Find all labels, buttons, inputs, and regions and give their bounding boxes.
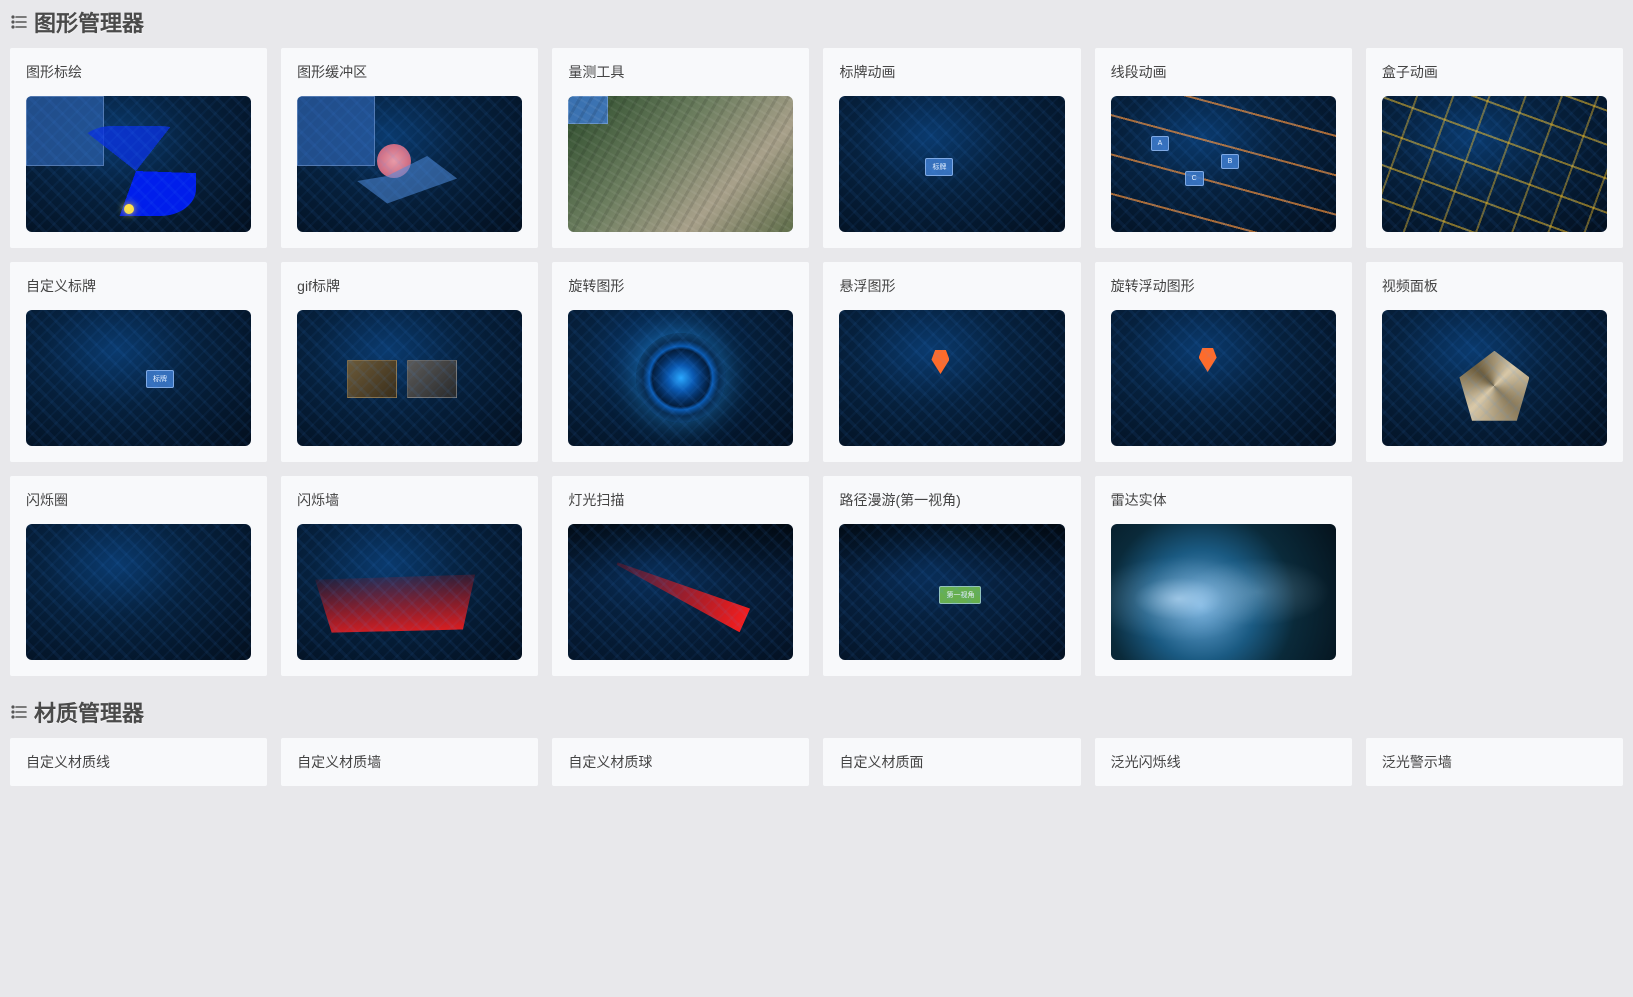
thumb-measure-tool [568,96,793,232]
card-title: 悬浮图形 [823,262,1080,310]
card-title: 泛光闪烁线 [1095,738,1352,786]
card-path-roam[interactable]: 路径漫游(第一视角) 第一视角 [823,476,1080,676]
section-header-graphics: 图形管理器 [0,0,1633,48]
grid-material: 自定义材质线 自定义材质墙 自定义材质球 自定义材质面 泛光闪烁线 泛光警示墙 [0,738,1633,800]
grid-graphics: 图形标绘 图形缓冲区 量测工具 标牌动画 标牌 线段动画 A B [0,48,1633,690]
card-glow-blink-line[interactable]: 泛光闪烁线 [1095,738,1352,786]
card-title: 标牌动画 [823,48,1080,96]
card-float-graphic[interactable]: 悬浮图形 [823,262,1080,462]
thumb-video-panel [1382,310,1607,446]
thumb-line-anim: A B C [1111,96,1336,232]
card-title: 图形标绘 [10,48,267,96]
card-light-scan[interactable]: 灯光扫描 [552,476,809,676]
card-title: 自定义材质球 [552,738,809,786]
card-blink-wall[interactable]: 闪烁墙 [281,476,538,676]
card-graphic-buffer[interactable]: 图形缓冲区 [281,48,538,248]
card-title: 闪烁圈 [10,476,267,524]
card-rotate-float-graphic[interactable]: 旋转浮动图形 [1095,262,1352,462]
card-video-panel[interactable]: 视频面板 [1366,262,1623,462]
card-title: 自定义材质墙 [281,738,538,786]
card-title: 量测工具 [552,48,809,96]
card-mat-plane[interactable]: 自定义材质面 [823,738,1080,786]
thumb-gif-label [297,310,522,446]
card-measure-tool[interactable]: 量测工具 [552,48,809,248]
thumb-light-scan [568,524,793,660]
card-rotate-graphic[interactable]: 旋转图形 [552,262,809,462]
thumb-graphic-draw [26,96,251,232]
card-title: 盒子动画 [1366,48,1623,96]
card-title: 灯光扫描 [552,476,809,524]
card-title: 旋转浮动图形 [1095,262,1352,310]
card-mat-wall[interactable]: 自定义材质墙 [281,738,538,786]
thumb-graphic-buffer [297,96,522,232]
thumb-box-anim [1382,96,1607,232]
thumb-radar-entity [1111,524,1336,660]
thumb-custom-label: 标牌 [26,310,251,446]
card-title: 自定义材质面 [823,738,1080,786]
card-title: 雷达实体 [1095,476,1352,524]
card-title: 旋转图形 [552,262,809,310]
card-title: 自定义标牌 [10,262,267,310]
card-title: 线段动画 [1095,48,1352,96]
thumb-rotate-graphic [568,310,793,446]
section-title-material: 材质管理器 [34,696,144,728]
card-graphic-draw[interactable]: 图形标绘 [10,48,267,248]
thumb-blink-circle [26,524,251,660]
card-title: 视频面板 [1366,262,1623,310]
card-blink-circle[interactable]: 闪烁圈 [10,476,267,676]
card-title: 图形缓冲区 [281,48,538,96]
card-box-anim[interactable]: 盒子动画 [1366,48,1623,248]
card-glow-warn-wall[interactable]: 泛光警示墙 [1366,738,1623,786]
card-label-anim[interactable]: 标牌动画 标牌 [823,48,1080,248]
card-custom-label[interactable]: 自定义标牌 标牌 [10,262,267,462]
thumb-blink-wall [297,524,522,660]
card-gif-label[interactable]: gif标牌 [281,262,538,462]
thumb-label-anim: 标牌 [839,96,1064,232]
card-title: 路径漫游(第一视角) [823,476,1080,524]
thumb-path-roam: 第一视角 [839,524,1064,660]
list-icon [10,703,28,721]
thumb-float-graphic [839,310,1064,446]
card-mat-sphere[interactable]: 自定义材质球 [552,738,809,786]
card-title: 闪烁墙 [281,476,538,524]
card-line-anim[interactable]: 线段动画 A B C [1095,48,1352,248]
card-radar-entity[interactable]: 雷达实体 [1095,476,1352,676]
card-title: gif标牌 [281,262,538,310]
card-title: 泛光警示墙 [1366,738,1623,786]
section-header-material: 材质管理器 [0,690,1633,738]
card-mat-line[interactable]: 自定义材质线 [10,738,267,786]
list-icon [10,13,28,31]
section-title-graphics: 图形管理器 [34,6,144,38]
thumb-rotate-float-graphic [1111,310,1336,446]
card-title: 自定义材质线 [10,738,267,786]
